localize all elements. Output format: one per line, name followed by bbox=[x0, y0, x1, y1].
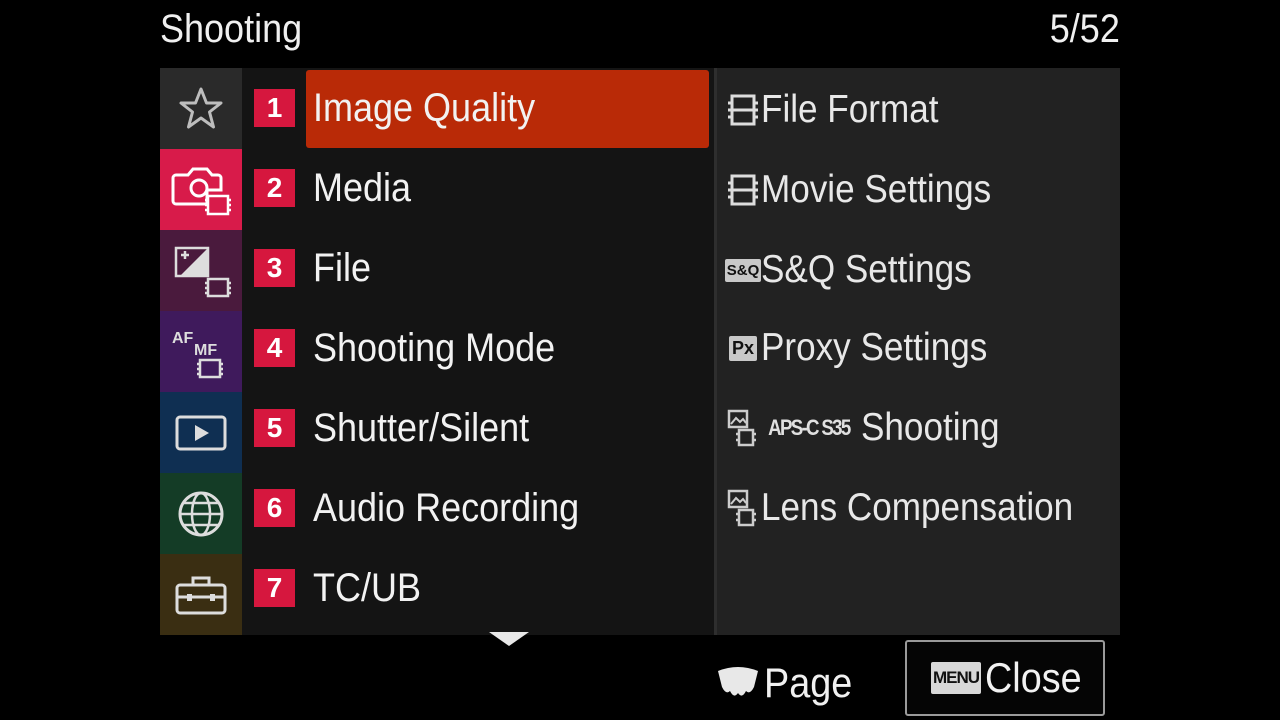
sq-badge-icon: S&Q bbox=[724, 250, 762, 290]
tab-setup[interactable] bbox=[160, 554, 242, 635]
menu-item-number: 4 bbox=[254, 329, 295, 367]
menu-item-label: Shooting Mode bbox=[313, 326, 556, 370]
film-icon bbox=[725, 90, 761, 130]
af-mf-movie-icon: AF MF bbox=[172, 330, 223, 378]
page-control-hint: Page bbox=[716, 655, 862, 711]
film-icon bbox=[725, 170, 761, 210]
submenu-item-label: S&Q Settings bbox=[761, 248, 972, 291]
submenu-list: File Format Movie Settings S&Q S&Q Setti… bbox=[717, 68, 1120, 635]
menu-item-audio-recording[interactable]: 6 Audio Recording bbox=[242, 468, 716, 548]
menu-item-tc-ub[interactable]: 7 TC/UB bbox=[242, 548, 716, 628]
menu-list: 1 Image Quality 2 Media 3 File 4 Shootin… bbox=[242, 68, 716, 635]
submenu-item-lens-compensation[interactable]: Lens Compensation bbox=[725, 468, 1108, 548]
submenu-item-sq-settings[interactable]: S&Q S&Q Settings bbox=[724, 230, 995, 310]
tab-shooting[interactable] bbox=[160, 149, 242, 230]
px-badge-icon: Px bbox=[725, 328, 761, 368]
page-counter: 5/52 bbox=[1049, 7, 1120, 51]
menu-item-label: TC/UB bbox=[313, 566, 421, 610]
page-label: Page bbox=[764, 659, 853, 706]
submenu-item-label: File Format bbox=[761, 88, 939, 131]
submenu-item-label: Proxy Settings bbox=[761, 326, 988, 369]
globe-icon bbox=[178, 491, 224, 536]
close-label: Close bbox=[985, 654, 1082, 701]
submenu-item-movie-settings[interactable]: Movie Settings bbox=[725, 150, 1017, 230]
toolbox-icon bbox=[175, 576, 227, 614]
menu-item-shutter-silent[interactable]: 5 Shutter/Silent bbox=[242, 388, 716, 468]
control-dial-icon bbox=[718, 667, 758, 696]
menu-item-image-quality[interactable]: 1 Image Quality bbox=[242, 68, 716, 148]
tab-my-menu[interactable] bbox=[160, 68, 242, 149]
tab-exposure-color[interactable] bbox=[160, 230, 242, 311]
photo-movie-icon bbox=[725, 488, 761, 528]
camera-movie-icon bbox=[171, 167, 231, 215]
menu-item-label: File bbox=[313, 246, 372, 290]
tab-network[interactable] bbox=[160, 473, 242, 554]
menu-item-number: 6 bbox=[254, 489, 295, 527]
aps-c-s35-label: APS-C S35 bbox=[768, 415, 851, 440]
menu-item-shooting-mode[interactable]: 4 Shooting Mode bbox=[242, 308, 716, 388]
svg-text:AF: AF bbox=[172, 330, 194, 347]
category-tabs: AF MF bbox=[160, 68, 242, 635]
menu-item-label: Image Quality bbox=[313, 86, 536, 130]
menu-item-file[interactable]: 3 File bbox=[242, 228, 716, 308]
photo-movie-icon bbox=[725, 408, 761, 448]
submenu-item-label: Lens Compensation bbox=[761, 486, 1074, 529]
menu-item-label: Media bbox=[313, 166, 412, 210]
tab-playback[interactable] bbox=[160, 392, 242, 473]
header-title: Shooting bbox=[160, 7, 303, 51]
submenu-item-proxy-settings[interactable]: Px Proxy Settings bbox=[725, 308, 1012, 388]
exposure-movie-icon bbox=[174, 246, 231, 297]
menu-item-number: 5 bbox=[254, 409, 295, 447]
playback-icon bbox=[175, 415, 227, 450]
scroll-down-indicator[interactable] bbox=[489, 632, 529, 646]
menu-item-label: Shutter/Silent bbox=[313, 406, 530, 450]
menu-key-icon: MENU bbox=[931, 662, 982, 694]
close-button[interactable]: MENU Close bbox=[905, 640, 1105, 716]
submenu-item-label: Shooting bbox=[860, 406, 1000, 449]
star-icon bbox=[179, 87, 223, 128]
menu-item-number: 7 bbox=[254, 569, 295, 607]
menu-item-number: 3 bbox=[254, 249, 295, 287]
tab-focus[interactable]: AF MF bbox=[160, 311, 242, 392]
submenu-item-file-format[interactable]: File Format bbox=[725, 70, 958, 150]
menu-item-media[interactable]: 2 Media bbox=[242, 148, 716, 228]
submenu-item-label: Movie Settings bbox=[761, 168, 992, 211]
submenu-item-aps-c-s35-shooting[interactable]: APS-C S35 Shooting bbox=[725, 388, 1015, 468]
menu-item-label: Audio Recording bbox=[313, 486, 580, 530]
menu-item-number: 2 bbox=[254, 169, 295, 207]
menu-item-number: 1 bbox=[254, 89, 295, 127]
svg-text:MF: MF bbox=[194, 342, 217, 359]
